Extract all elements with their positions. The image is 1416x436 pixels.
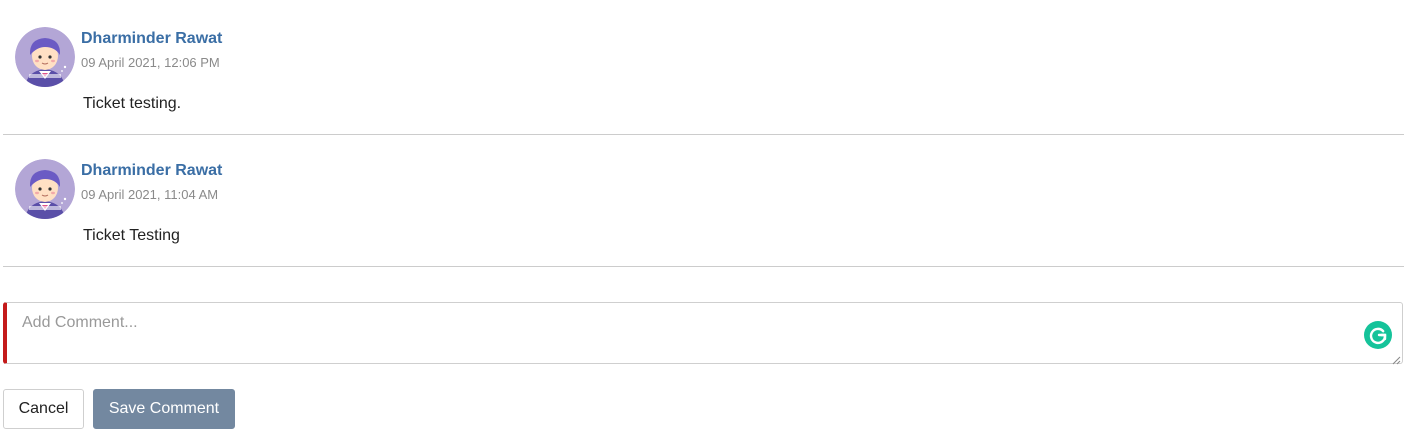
- add-comment-box: [3, 302, 1403, 365]
- comment-text: Ticket Testing: [83, 227, 180, 244]
- add-comment-input[interactable]: [7, 303, 1402, 363]
- grammarly-icon[interactable]: [1364, 321, 1392, 349]
- comment-timestamp: 09 April 2021, 12:06 PM: [81, 55, 220, 70]
- comment-author: Dharminder Rawat: [81, 30, 223, 47]
- resize-handle-icon[interactable]: [1391, 352, 1401, 365]
- user-avatar: [15, 159, 75, 219]
- cancel-button[interactable]: Cancel: [3, 389, 84, 429]
- comment-text: Ticket testing.: [83, 95, 182, 112]
- user-avatar: [15, 27, 75, 87]
- comment-timestamp: 09 April 2021, 11:04 AM: [81, 187, 219, 202]
- save-comment-button[interactable]: Save Comment: [93, 389, 235, 429]
- comment-item: Dharminder Rawat 09 April 2021, 12:06 PM…: [3, 0, 1404, 135]
- comments-panel: Dharminder Rawat 09 April 2021, 12:06 PM…: [0, 0, 1416, 436]
- comment-item: Dharminder Rawat 09 April 2021, 11:04 AM…: [3, 135, 1404, 267]
- comment-author: Dharminder Rawat: [81, 162, 223, 179]
